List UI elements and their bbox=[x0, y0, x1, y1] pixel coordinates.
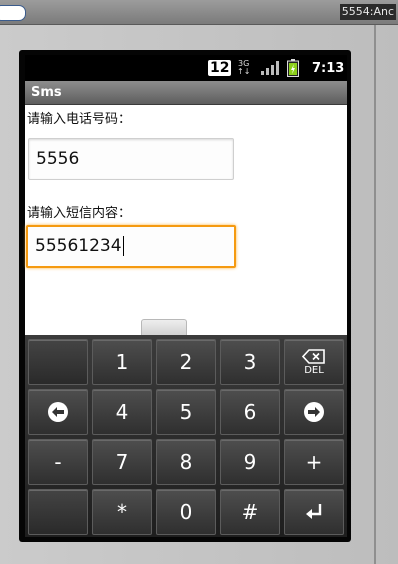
key-right[interactable] bbox=[284, 389, 344, 435]
left-arrow-icon bbox=[48, 402, 68, 422]
right-arrow-icon bbox=[304, 402, 324, 422]
phone-number-label: 请输入电话号码： bbox=[27, 112, 132, 127]
clock-time: 7:13 bbox=[312, 60, 345, 76]
network-3g-icon: 3G ↑↓ bbox=[237, 55, 250, 81]
key-5[interactable]: 5 bbox=[156, 389, 216, 435]
phone-number-input[interactable]: 5556 bbox=[28, 138, 234, 180]
host-divider bbox=[374, 25, 376, 564]
backspace-icon bbox=[302, 348, 325, 364]
host-window-title: 5554:Anc bbox=[339, 4, 396, 20]
phone-number-value: 5556 bbox=[36, 149, 80, 169]
message-content-label: 请输入短信内容： bbox=[27, 206, 132, 221]
send-button[interactable] bbox=[141, 319, 187, 336]
soft-keypad: 1 2 3 DEL 4 5 6 - 7 8 9 + * 0 # bbox=[25, 335, 347, 537]
key-6[interactable]: 6 bbox=[220, 389, 280, 435]
key-9[interactable]: 9 bbox=[220, 439, 280, 485]
key-7[interactable]: 7 bbox=[92, 439, 152, 485]
notification-count-badge[interactable]: 12 bbox=[208, 60, 232, 76]
network-activity-label: ↑↓ bbox=[237, 67, 251, 76]
key-1[interactable]: 1 bbox=[92, 339, 152, 385]
message-content-input[interactable]: 55561234 bbox=[26, 225, 236, 268]
delete-label: DEL bbox=[304, 364, 324, 376]
key-8[interactable]: 8 bbox=[156, 439, 216, 485]
key-0[interactable]: 0 bbox=[156, 489, 216, 535]
battery-charging-icon bbox=[287, 55, 299, 81]
key-minus[interactable]: - bbox=[28, 439, 88, 485]
key-4[interactable]: 4 bbox=[92, 389, 152, 435]
host-tab[interactable] bbox=[0, 5, 26, 21]
key-blank-1[interactable] bbox=[28, 339, 88, 385]
host-window-titlebar: 5554:Anc bbox=[0, 0, 398, 25]
key-enter[interactable] bbox=[284, 489, 344, 535]
key-blank-2[interactable] bbox=[28, 489, 88, 535]
text-cursor bbox=[122, 236, 124, 256]
key-delete[interactable]: DEL bbox=[284, 339, 344, 385]
app-content: 请输入电话号码： 5556 请输入短信内容： 55561234 bbox=[25, 105, 347, 336]
app-title-bar: Sms bbox=[25, 81, 347, 105]
key-left[interactable] bbox=[28, 389, 88, 435]
key-hash[interactable]: # bbox=[220, 489, 280, 535]
signal-strength-icon bbox=[261, 55, 279, 81]
key-2[interactable]: 2 bbox=[156, 339, 216, 385]
key-star[interactable]: * bbox=[92, 489, 152, 535]
key-plus[interactable]: + bbox=[284, 439, 344, 485]
message-content-value: 55561234 bbox=[35, 236, 122, 256]
enter-icon bbox=[306, 504, 322, 519]
status-bar: 12 3G ↑↓ 7:13 bbox=[25, 55, 347, 81]
key-3[interactable]: 3 bbox=[220, 339, 280, 385]
